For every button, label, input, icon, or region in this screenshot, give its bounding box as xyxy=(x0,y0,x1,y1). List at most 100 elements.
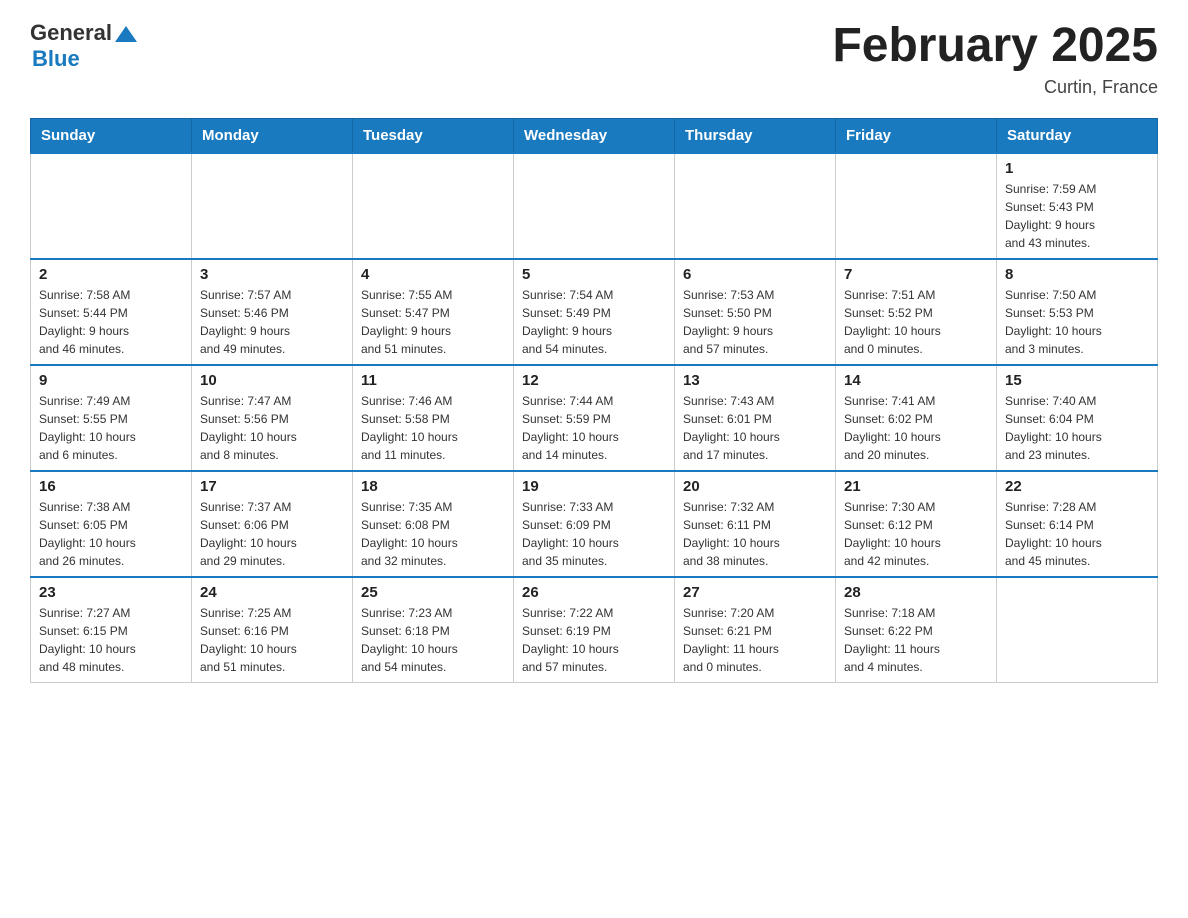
day-info: Sunrise: 7:33 AMSunset: 6:09 PMDaylight:… xyxy=(522,498,666,570)
day-number: 16 xyxy=(39,478,183,495)
title-area: February 2025 Curtin, France xyxy=(832,20,1158,98)
day-number: 1 xyxy=(1005,160,1149,177)
day-cell: 4Sunrise: 7:55 AMSunset: 5:47 PMDaylight… xyxy=(353,259,514,365)
day-cell: 16 Sunrise: 7:38 AMSunset: 6:05 PMDayligh… xyxy=(31,471,192,577)
day-number: 24 xyxy=(200,584,344,601)
day-cell: 23 Sunrise: 7:27 AMSunset: 6:15 PMDayligh… xyxy=(31,577,192,683)
day-number: 9 xyxy=(39,372,183,389)
day-number: 2 xyxy=(39,266,183,283)
day-cell: 5 Sunrise: 7:54 AMSunset: 5:49 PMDaylight… xyxy=(514,259,675,365)
day-cell: 9Sunrise: 7:49 AMSunset: 5:55 PMDaylight… xyxy=(31,365,192,471)
day-info: Sunrise: 7:37 AMSunset: 6:06 PMDaylight:… xyxy=(200,498,344,570)
logo: General Blue xyxy=(30,20,137,72)
day-info: Sunrise: 7:28 AMSunset: 6:14 PMDaylight:… xyxy=(1005,498,1149,570)
day-cell xyxy=(192,153,353,259)
header-day-tuesday: Tuesday xyxy=(353,118,514,153)
day-cell: 24 Sunrise: 7:25 AMSunset: 6:16 PMDayligh… xyxy=(192,577,353,683)
day-info: Sunrise: 7:43 AMSunset: 6:01 PMDaylight:… xyxy=(683,392,827,464)
day-number: 25 xyxy=(361,584,505,601)
day-cell: 25 Sunrise: 7:23 AMSunset: 6:18 PMDayligh… xyxy=(353,577,514,683)
day-cell: 7Sunrise: 7:51 AMSunset: 5:52 PMDaylight… xyxy=(836,259,997,365)
day-cell: 19Sunrise: 7:33 AMSunset: 6:09 PMDayligh… xyxy=(514,471,675,577)
day-number: 21 xyxy=(844,478,988,495)
day-cell: 13 Sunrise: 7:43 AMSunset: 6:01 PMDayligh… xyxy=(675,365,836,471)
day-number: 18 xyxy=(361,478,505,495)
day-cell: 10 Sunrise: 7:47 AMSunset: 5:56 PMDayligh… xyxy=(192,365,353,471)
header-day-sunday: Sunday xyxy=(31,118,192,153)
day-info: Sunrise: 7:57 AMSunset: 5:46 PMDaylight:… xyxy=(200,286,344,358)
day-info: Sunrise: 7:41 AMSunset: 6:02 PMDaylight:… xyxy=(844,392,988,464)
day-cell xyxy=(997,577,1158,683)
day-number: 3 xyxy=(200,266,344,283)
day-number: 27 xyxy=(683,584,827,601)
header-row: SundayMondayTuesdayWednesdayThursdayFrid… xyxy=(31,118,1158,153)
day-number: 13 xyxy=(683,372,827,389)
calendar-table: SundayMondayTuesdayWednesdayThursdayFrid… xyxy=(30,118,1158,683)
day-number: 4 xyxy=(361,266,505,283)
day-cell: 27 Sunrise: 7:20 AMSunset: 6:21 PMDayligh… xyxy=(675,577,836,683)
logo-blue-text: Blue xyxy=(32,46,80,71)
day-info: Sunrise: 7:35 AMSunset: 6:08 PMDaylight:… xyxy=(361,498,505,570)
day-cell: 26Sunrise: 7:22 AMSunset: 6:19 PMDayligh… xyxy=(514,577,675,683)
day-number: 5 xyxy=(522,266,666,283)
day-info: Sunrise: 7:32 AMSunset: 6:11 PMDaylight:… xyxy=(683,498,827,570)
day-number: 11 xyxy=(361,372,505,389)
day-cell: 14 Sunrise: 7:41 AMSunset: 6:02 PMDayligh… xyxy=(836,365,997,471)
day-info: Sunrise: 7:54 AMSunset: 5:49 PMDaylight:… xyxy=(522,286,666,358)
calendar-header: SundayMondayTuesdayWednesdayThursdayFrid… xyxy=(31,118,1158,153)
day-info: Sunrise: 7:30 AMSunset: 6:12 PMDaylight:… xyxy=(844,498,988,570)
header-day-wednesday: Wednesday xyxy=(514,118,675,153)
day-cell: 12 Sunrise: 7:44 AMSunset: 5:59 PMDayligh… xyxy=(514,365,675,471)
day-cell: 28Sunrise: 7:18 AMSunset: 6:22 PMDayligh… xyxy=(836,577,997,683)
day-cell: 15 Sunrise: 7:40 AMSunset: 6:04 PMDayligh… xyxy=(997,365,1158,471)
day-info: Sunrise: 7:44 AMSunset: 5:59 PMDaylight:… xyxy=(522,392,666,464)
month-title: February 2025 xyxy=(832,20,1158,73)
week-row-4: 16 Sunrise: 7:38 AMSunset: 6:05 PMDayligh… xyxy=(31,471,1158,577)
day-info: Sunrise: 7:53 AMSunset: 5:50 PMDaylight:… xyxy=(683,286,827,358)
day-number: 23 xyxy=(39,584,183,601)
day-info: Sunrise: 7:40 AMSunset: 6:04 PMDaylight:… xyxy=(1005,392,1149,464)
day-number: 20 xyxy=(683,478,827,495)
day-number: 26 xyxy=(522,584,666,601)
day-cell xyxy=(836,153,997,259)
day-number: 28 xyxy=(844,584,988,601)
page-header: General Blue February 2025 Curtin, Franc… xyxy=(30,20,1158,98)
day-cell: 18 Sunrise: 7:35 AMSunset: 6:08 PMDayligh… xyxy=(353,471,514,577)
header-day-thursday: Thursday xyxy=(675,118,836,153)
day-number: 15 xyxy=(1005,372,1149,389)
day-info: Sunrise: 7:25 AMSunset: 6:16 PMDaylight:… xyxy=(200,604,344,676)
location-text: Curtin, France xyxy=(832,77,1158,98)
day-cell: 6 Sunrise: 7:53 AMSunset: 5:50 PMDaylight… xyxy=(675,259,836,365)
day-info: Sunrise: 7:27 AMSunset: 6:15 PMDaylight:… xyxy=(39,604,183,676)
logo-triangle-icon xyxy=(115,26,137,42)
day-info: Sunrise: 7:38 AMSunset: 6:05 PMDaylight:… xyxy=(39,498,183,570)
day-cell xyxy=(353,153,514,259)
day-number: 22 xyxy=(1005,478,1149,495)
header-day-saturday: Saturday xyxy=(997,118,1158,153)
header-day-monday: Monday xyxy=(192,118,353,153)
week-row-5: 23 Sunrise: 7:27 AMSunset: 6:15 PMDayligh… xyxy=(31,577,1158,683)
day-cell: 3 Sunrise: 7:57 AMSunset: 5:46 PMDaylight… xyxy=(192,259,353,365)
day-number: 7 xyxy=(844,266,988,283)
header-day-friday: Friday xyxy=(836,118,997,153)
day-number: 12 xyxy=(522,372,666,389)
day-cell xyxy=(514,153,675,259)
day-cell: 11 Sunrise: 7:46 AMSunset: 5:58 PMDayligh… xyxy=(353,365,514,471)
day-info: Sunrise: 7:23 AMSunset: 6:18 PMDaylight:… xyxy=(361,604,505,676)
day-number: 6 xyxy=(683,266,827,283)
day-cell: 21 Sunrise: 7:30 AMSunset: 6:12 PMDayligh… xyxy=(836,471,997,577)
calendar-body: 1 Sunrise: 7:59 AMSunset: 5:43 PMDaylight… xyxy=(31,153,1158,683)
day-info: Sunrise: 7:47 AMSunset: 5:56 PMDaylight:… xyxy=(200,392,344,464)
day-number: 14 xyxy=(844,372,988,389)
day-cell: 17 Sunrise: 7:37 AMSunset: 6:06 PMDayligh… xyxy=(192,471,353,577)
day-cell: 22 Sunrise: 7:28 AMSunset: 6:14 PMDayligh… xyxy=(997,471,1158,577)
day-number: 17 xyxy=(200,478,344,495)
day-cell: 8Sunrise: 7:50 AMSunset: 5:53 PMDaylight… xyxy=(997,259,1158,365)
day-cell: 1 Sunrise: 7:59 AMSunset: 5:43 PMDaylight… xyxy=(997,153,1158,259)
week-row-3: 9Sunrise: 7:49 AMSunset: 5:55 PMDaylight… xyxy=(31,365,1158,471)
day-info: Sunrise: 7:20 AMSunset: 6:21 PMDaylight:… xyxy=(683,604,827,676)
day-cell: 20 Sunrise: 7:32 AMSunset: 6:11 PMDayligh… xyxy=(675,471,836,577)
day-number: 10 xyxy=(200,372,344,389)
day-info: Sunrise: 7:46 AMSunset: 5:58 PMDaylight:… xyxy=(361,392,505,464)
day-info: Sunrise: 7:59 AMSunset: 5:43 PMDaylight:… xyxy=(1005,180,1149,252)
